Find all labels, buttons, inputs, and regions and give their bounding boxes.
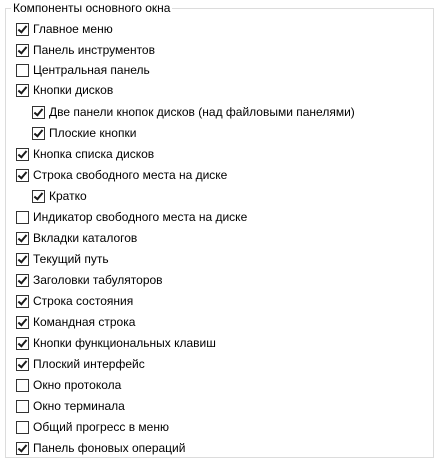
checkbox-current-path[interactable]: Текущий путь	[16, 251, 109, 267]
checkbox-label: Панель фоновых операций	[33, 441, 186, 455]
checkbox-drive-buttons[interactable]: Кнопки дисков	[16, 82, 113, 98]
checkbox-brief[interactable]: Кратко	[32, 188, 87, 204]
checkbox-label: Строка свободного места на диске	[33, 168, 228, 182]
checkbox-checked-icon[interactable]	[16, 83, 29, 97]
checkbox-checked-icon[interactable]	[16, 336, 29, 350]
group-title: Компоненты основного окна	[11, 1, 173, 15]
checkbox-central-panel[interactable]: Центральная панель	[16, 62, 150, 78]
checkbox-total-progress-in-menu[interactable]: Общий прогресс в меню	[16, 419, 169, 435]
checkbox-free-space-indicator[interactable]: Индикатор свободного места на диске	[16, 209, 247, 225]
checkbox-checked-icon[interactable]	[16, 441, 29, 455]
checkbox-label: Главное меню	[33, 22, 113, 36]
checkbox-drive-list-button[interactable]: Кнопка списка дисков	[16, 146, 154, 162]
checkbox-label: Плоские кнопки	[49, 126, 137, 140]
checkbox-label: Плоский интерфейс	[33, 357, 145, 371]
checkbox-label: Окно терминала	[33, 399, 125, 413]
checkbox-box[interactable]	[16, 399, 29, 413]
checkbox-background-operations-panel[interactable]: Панель фоновых операций	[16, 440, 185, 456]
checkbox-checked-icon[interactable]	[16, 22, 29, 36]
checkbox-box[interactable]	[16, 63, 29, 77]
checkbox-box[interactable]	[16, 378, 29, 392]
checkbox-box[interactable]	[16, 210, 29, 224]
checkbox-checked-icon[interactable]	[16, 147, 29, 161]
checkbox-box[interactable]	[16, 420, 29, 434]
checkbox-label: Индикатор свободного места на диске	[33, 210, 248, 224]
checkbox-label: Кратко	[49, 189, 87, 203]
checkbox-checked-icon[interactable]	[16, 231, 29, 245]
checkbox-label: Кнопки функциональных клавиш	[33, 336, 216, 350]
checkbox-label: Командная строка	[33, 315, 136, 329]
checkbox-checked-icon[interactable]	[16, 315, 29, 329]
checkbox-label: Окно протокола	[33, 378, 122, 392]
checkbox-tab-headers[interactable]: Заголовки табуляторов	[16, 272, 163, 288]
checkbox-checked-icon[interactable]	[32, 126, 45, 140]
checkbox-label: Общий прогресс в меню	[33, 420, 169, 434]
checkbox-status-bar[interactable]: Строка состояния	[16, 293, 133, 309]
checkbox-checked-icon[interactable]	[16, 252, 29, 266]
checkbox-checked-icon[interactable]	[32, 189, 45, 203]
checkbox-label: Текущий путь	[33, 252, 109, 266]
checkbox-label: Две панели кнопок дисков (над файловыми …	[49, 105, 355, 119]
checkbox-main-menu[interactable]: Главное меню	[16, 21, 113, 37]
checkbox-label: Кнопки дисков	[33, 83, 114, 97]
checkbox-label: Панель инструментов	[33, 43, 155, 57]
checkbox-checked-icon[interactable]	[32, 105, 45, 119]
checkbox-flat-interface[interactable]: Плоский интерфейс	[16, 356, 145, 372]
checkbox-checked-icon[interactable]	[16, 168, 29, 182]
checkbox-command-line[interactable]: Командная строка	[16, 314, 135, 330]
checkbox-free-space-line[interactable]: Строка свободного места на диске	[16, 167, 227, 183]
checkbox-terminal-window[interactable]: Окно терминала	[16, 398, 125, 414]
checkbox-checked-icon[interactable]	[16, 357, 29, 371]
checkbox-label: Заголовки табуляторов	[33, 273, 163, 287]
checkbox-label: Кнопка списка дисков	[33, 147, 155, 161]
checkbox-function-key-buttons[interactable]: Кнопки функциональных клавиш	[16, 335, 216, 351]
checkbox-log-window[interactable]: Окно протокола	[16, 377, 121, 393]
checkbox-label: Строка состояния	[33, 294, 134, 308]
checkbox-checked-icon[interactable]	[16, 273, 29, 287]
checkbox-checked-icon[interactable]	[16, 294, 29, 308]
checkbox-label: Вкладки каталогов	[33, 231, 138, 245]
checkbox-label: Центральная панель	[33, 63, 150, 77]
checkbox-flat-buttons[interactable]: Плоские кнопки	[32, 125, 136, 141]
checkbox-folder-tabs[interactable]: Вкладки каталогов	[16, 230, 137, 246]
checkbox-checked-icon[interactable]	[16, 43, 29, 57]
checkbox-two-drive-button-bars[interactable]: Две панели кнопок дисков (над файловыми …	[32, 104, 355, 120]
checkbox-toolbar[interactable]: Панель инструментов	[16, 42, 155, 58]
